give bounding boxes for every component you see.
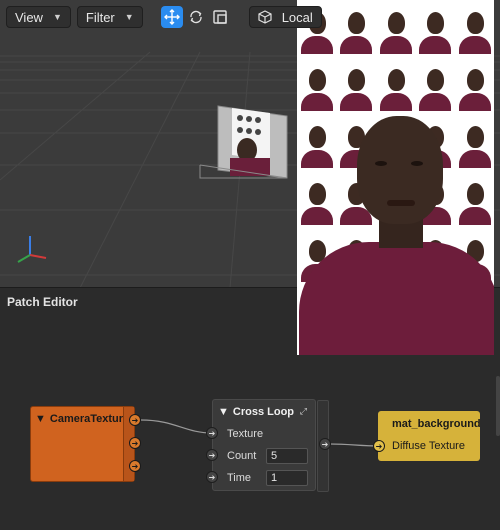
move-icon [163,9,180,25]
diffuse-texture-label: Diffuse Texture [392,440,465,452]
move-tool-button[interactable] [160,6,183,28]
portrait-tile [336,57,376,114]
viewport-toolbar: View ▼ Filter ▼ Local [6,6,322,28]
collapse-triangle-icon[interactable]: ▼ [218,406,229,418]
local-space-label: Local [281,9,313,25]
local-space-button[interactable]: Local [248,6,322,28]
camera-output-port-1[interactable]: ➔ [129,414,141,426]
cross-loop-label: Cross Loop [232,406,295,418]
camera-texture-node[interactable]: ▼ CameraTexture [30,406,135,482]
count-input-label: Count [227,450,257,462]
portrait-tile [415,57,455,114]
patch-editor-title: Patch Editor [7,295,78,309]
scale-icon [212,10,227,24]
time-value-field[interactable]: 1 [266,470,308,486]
portrait-tile [375,0,416,57]
chevron-down-icon: ▼ [52,12,62,22]
portrait-tile [336,0,376,57]
count-value-field[interactable]: 5 [266,448,308,464]
filter-dropdown[interactable]: Filter ▼ [76,6,143,28]
material-node[interactable]: mat_background Diffuse Texture [378,411,481,461]
view-dropdown[interactable]: View ▼ [6,6,71,28]
view-dropdown-label: View [15,9,43,25]
portrait-tile [454,57,494,114]
patch-editor-scrollbar[interactable] [496,376,500,436]
expand-icon[interactable]: ⤢ [300,406,307,417]
loop-output-port[interactable]: ➔ [319,438,331,450]
scale-tool-button[interactable] [209,6,231,28]
portrait-tile [375,57,416,114]
camera-output-port-3[interactable]: ➔ [129,460,141,472]
portrait-tile [454,0,494,57]
time-input-port[interactable]: ➔ [206,471,218,483]
time-input-label: Time [227,472,252,484]
material-node-label: mat_background [392,418,481,430]
cross-loop-node[interactable]: ▼ Cross Loop ⤢ Texture Count 5 Time 1 [212,399,329,492]
camera-preview [297,0,494,355]
texture-input-port[interactable]: ➔ [206,427,218,439]
foreground-person-image [299,112,494,355]
portrait-tile [415,0,455,57]
rotate-icon [189,10,202,24]
cube-icon [258,10,272,24]
camera-output-port-2[interactable]: ➔ [129,437,141,449]
count-input-port[interactable]: ➔ [206,449,218,461]
transform-tools [160,6,231,28]
texture-input-label: Texture [227,428,264,440]
chevron-down-icon: ▼ [124,12,134,22]
camera-texture-label: CameraTexture [49,413,130,425]
filter-dropdown-label: Filter [85,9,115,25]
diffuse-texture-input-port[interactable]: ➔ [373,440,385,452]
rotate-tool-button[interactable] [185,6,207,28]
collapse-triangle-icon[interactable]: ▼ [35,413,46,425]
portrait-tile [297,57,337,114]
